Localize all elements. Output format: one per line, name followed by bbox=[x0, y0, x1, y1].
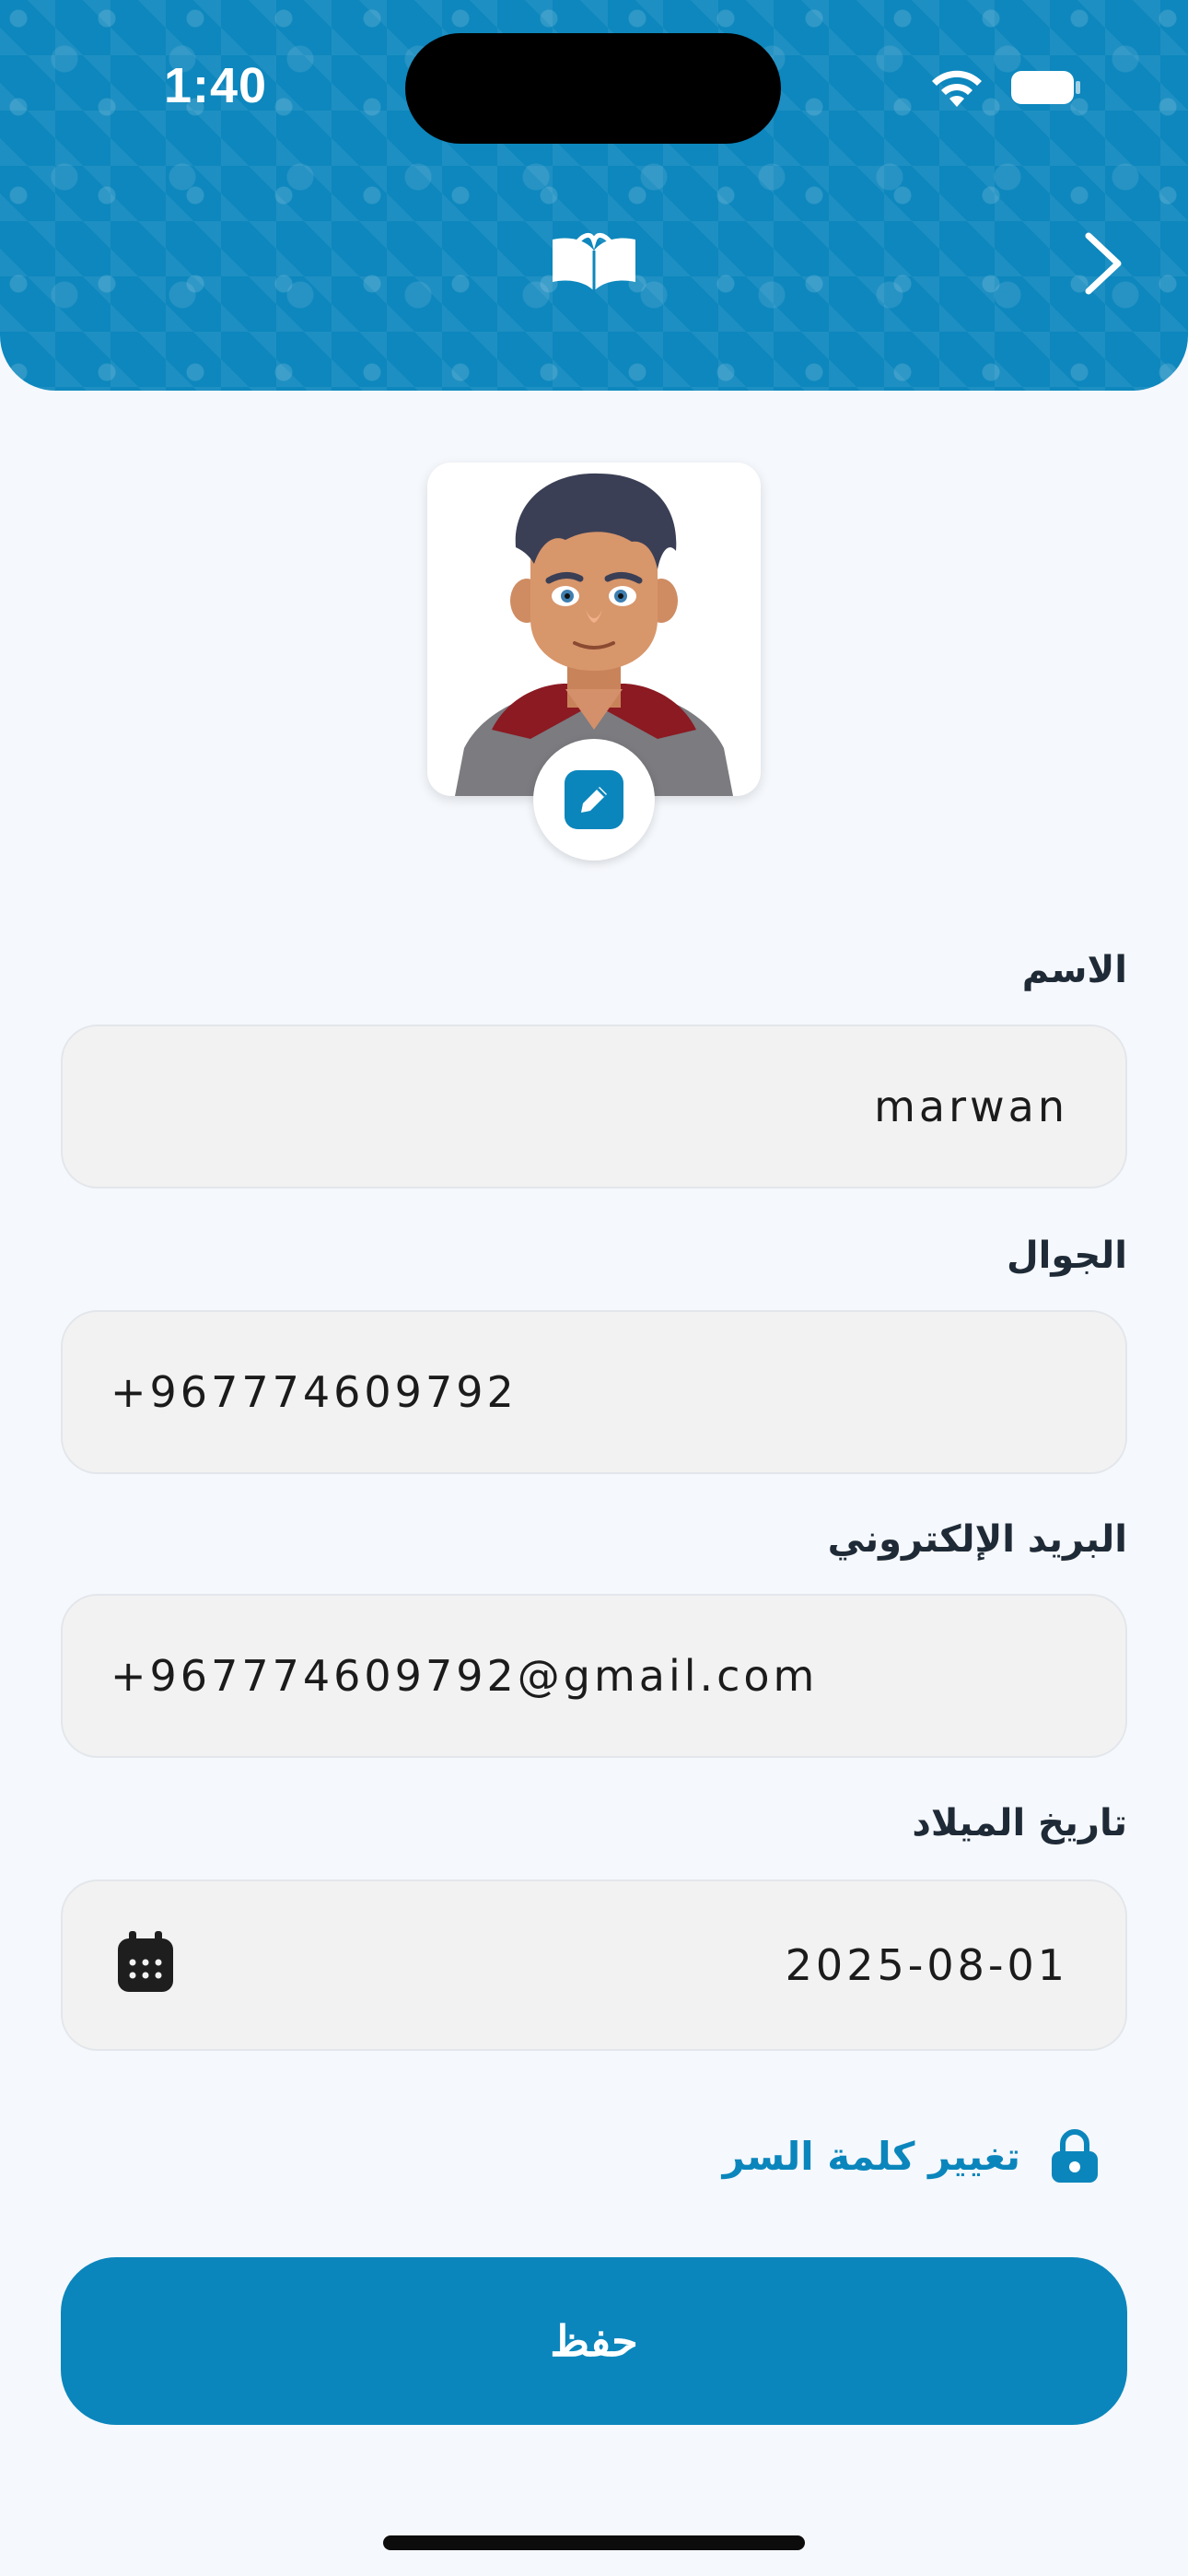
phone-field[interactable]: +967774609792 bbox=[61, 1310, 1127, 1474]
battery-icon bbox=[1011, 71, 1080, 104]
email-label: البريد الإلكتروني bbox=[827, 1518, 1127, 1561]
lock-icon bbox=[1052, 2129, 1098, 2183]
phone-label: الجوال bbox=[1006, 1235, 1127, 1277]
edit-avatar-button[interactable] bbox=[533, 739, 655, 861]
wifi-icon bbox=[932, 70, 982, 107]
change-password-label: تغيير كلمة السر bbox=[722, 2133, 1020, 2179]
name-field[interactable]: marwan bbox=[61, 1025, 1127, 1188]
name-value: marwan bbox=[874, 1082, 1068, 1131]
calendar-icon[interactable] bbox=[116, 1929, 175, 1994]
home-indicator bbox=[383, 2535, 805, 2550]
birthdate-field[interactable]: 2025-08-01 bbox=[61, 1879, 1127, 2051]
app-header: 1:40 bbox=[0, 0, 1188, 391]
dynamic-island bbox=[405, 33, 781, 144]
email-field[interactable]: +967774609792@gmail.com bbox=[61, 1594, 1127, 1758]
birthdate-label: تاريخ الميلاد bbox=[912, 1802, 1127, 1844]
pencil-icon bbox=[565, 770, 623, 829]
change-password-link[interactable]: تغيير كلمة السر bbox=[723, 2119, 1127, 2193]
birthdate-value: 2025-08-01 bbox=[785, 1940, 1068, 1990]
status-time: 1:40 bbox=[164, 58, 268, 113]
save-button[interactable]: حفظ bbox=[61, 2257, 1127, 2425]
name-label: الاسم bbox=[1021, 949, 1127, 991]
email-value: +967774609792@gmail.com bbox=[111, 1651, 819, 1701]
open-book-icon bbox=[553, 233, 635, 291]
phone-value: +967774609792 bbox=[111, 1367, 518, 1417]
chevron-right-icon[interactable] bbox=[1077, 228, 1129, 299]
